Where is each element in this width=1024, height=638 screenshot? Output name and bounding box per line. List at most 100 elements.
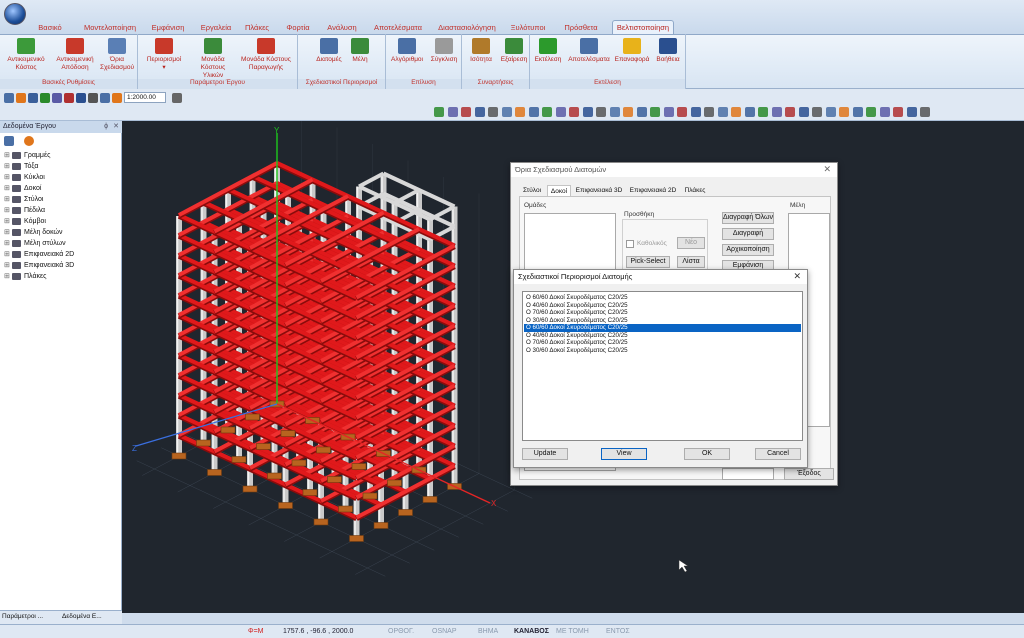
cancel-button[interactable]: Cancel [755, 448, 801, 460]
toolbar-icon-8[interactable] [100, 93, 110, 103]
footing[interactable] [398, 509, 413, 516]
status-item-4[interactable]: ΜΕ ΤΟΜΗ [556, 625, 589, 638]
footing[interactable] [171, 452, 187, 460]
close-icon[interactable]: ✕ [823, 164, 831, 175]
drawing-tool-icon-34[interactable] [893, 107, 903, 117]
new-button[interactable]: Νέο [677, 237, 705, 249]
tab-0[interactable]: Βασικό [34, 20, 66, 34]
footing[interactable] [316, 446, 331, 454]
value-field[interactable] [722, 468, 774, 480]
footing[interactable] [351, 463, 367, 470]
drawing-tool-icon-20[interactable] [704, 107, 714, 117]
ribbon-button-10[interactable]: Ισότητα [466, 36, 496, 64]
ribbon-button-11[interactable]: Εξαίρεση [498, 36, 530, 64]
expand-icon[interactable]: ⊞ [4, 150, 12, 161]
drawing-tool-icon-7[interactable] [528, 107, 539, 117]
footing[interactable] [313, 518, 329, 526]
drawing-tool-icon-17[interactable] [663, 107, 674, 117]
beam[interactable] [358, 171, 385, 189]
exit-button[interactable]: Έξοδος [784, 468, 834, 480]
drawing-tool-icon-3[interactable] [474, 107, 485, 117]
tree-item[interactable]: ⊞ Κύκλοι [4, 172, 45, 183]
footing[interactable] [256, 443, 271, 450]
toolbar-icon-2[interactable] [28, 93, 38, 103]
status-item-2[interactable]: ΒΗΜΑ [478, 625, 498, 638]
tab-11[interactable]: Βελτιστοποίηση [612, 20, 674, 34]
drawing-tool-icon-19[interactable] [690, 107, 701, 117]
close-icon[interactable]: ✕ [793, 271, 801, 282]
footing[interactable] [196, 439, 211, 447]
ribbon-button-15[interactable]: Βοήθεια [652, 36, 684, 64]
drawing-tool-icon-10[interactable] [569, 107, 579, 117]
drawing-tool-icon-6[interactable] [515, 107, 525, 117]
beam[interactable] [429, 204, 456, 222]
tab-7[interactable]: Αποτελέσματα [368, 20, 428, 34]
expand-icon[interactable]: ⊞ [4, 249, 12, 260]
status-item-0[interactable]: ΟΡΘΟΓ. [388, 625, 414, 638]
section-list[interactable]: Ο 60/60 Δοκοί Σκυροδέματος C20/25 Ο 40/60… [522, 291, 803, 441]
footing[interactable] [291, 459, 307, 467]
footing[interactable] [327, 476, 342, 483]
global-checkbox[interactable] [626, 240, 634, 248]
footing[interactable] [302, 489, 318, 496]
ribbon-button-6[interactable]: Διατομές [314, 36, 344, 64]
zoom-scale-select[interactable]: 1:2000.00 [124, 92, 166, 103]
footing[interactable] [349, 535, 364, 542]
ribbon-button-3[interactable]: Περιορισμοί ▾ [142, 36, 186, 72]
ribbon-button-9[interactable]: Σύγκλιση [428, 36, 460, 64]
ribbon-button-8[interactable]: Αλγόριθμοι [388, 36, 426, 64]
drawing-tool-icon-29[interactable] [825, 107, 836, 117]
ribbon-button-2[interactable]: Όρια Σχεδιασμού [100, 36, 134, 72]
toolbar-icon-tools[interactable] [172, 93, 182, 103]
tree-item[interactable]: ⊞ Μέλη δοκών [4, 227, 62, 238]
ribbon-button-4[interactable]: Μονάδα Κόστους Υλικών [192, 36, 234, 80]
drawing-tool-icon-8[interactable] [542, 107, 552, 117]
drawing-tool-icon-16[interactable] [650, 107, 660, 117]
update-button[interactable]: Update [522, 448, 568, 460]
tree-item[interactable]: ⊞ Στύλοι [4, 194, 43, 205]
ribbon-button-7[interactable]: Μέλη [346, 36, 374, 64]
drawing-tool-icon-26[interactable] [785, 107, 795, 117]
drawing-tool-icon-18[interactable] [677, 107, 687, 117]
tab-6[interactable]: Ανάλυση [322, 20, 362, 34]
status-item-3[interactable]: ΚΑΝΑΒΟΣ [514, 625, 549, 638]
footing[interactable] [245, 413, 260, 421]
tab-project-data[interactable]: Δεδομένα Ε... [62, 613, 102, 620]
footing[interactable] [362, 492, 378, 500]
expand-icon[interactable]: ⊞ [4, 271, 12, 282]
view-button[interactable]: View [601, 448, 647, 460]
drawing-tool-icon-2[interactable] [461, 107, 471, 117]
application-menu-button[interactable] [4, 3, 26, 25]
drawing-tool-icon-1[interactable] [447, 107, 458, 117]
tree-item[interactable]: ⊞ Επιφανειακά 2D [4, 249, 74, 260]
drawing-tool-icon-9[interactable] [555, 107, 566, 117]
footing[interactable] [280, 430, 296, 437]
drawing-tool-icon-22[interactable] [731, 107, 741, 117]
toolbar-icon-4[interactable] [52, 93, 62, 103]
tree-view-icon[interactable] [4, 136, 14, 146]
toolbar-icon-7[interactable] [88, 93, 98, 103]
drawing-tool-icon-33[interactable] [879, 107, 890, 117]
drawing-tool-icon-14[interactable] [623, 107, 633, 117]
footing[interactable] [207, 469, 222, 476]
pin-icon[interactable]: ϕ [104, 121, 108, 133]
drawing-tool-icon-28[interactable] [812, 107, 822, 117]
tab-8[interactable]: Διαστασιολόγηση [434, 20, 500, 34]
tree-item[interactable]: ⊞ Μέλη στύλων [4, 238, 66, 249]
tab-5[interactable]: Φορτία [280, 20, 316, 34]
expand-icon[interactable]: ⊞ [4, 238, 12, 249]
expand-icon[interactable]: ⊞ [4, 260, 12, 271]
tree-item[interactable]: ⊞ Επιφανειακά 3D [4, 260, 74, 271]
ribbon-button-13[interactable]: Αποτελέσματα [566, 36, 612, 64]
ribbon-button-14[interactable]: Επαναφορά [614, 36, 650, 64]
drawing-tool-icon-15[interactable] [636, 107, 647, 117]
footing[interactable] [242, 485, 258, 493]
drawing-tool-icon-36[interactable] [920, 107, 930, 117]
footing[interactable] [231, 456, 247, 463]
section-list-item[interactable]: Ο 30/60 Δοκοί Σκυροδέματος C20/25 [524, 347, 801, 355]
status-item-1[interactable]: OSNAP [432, 625, 457, 638]
footing[interactable] [220, 426, 236, 434]
expand-icon[interactable]: ⊞ [4, 172, 12, 183]
ribbon-button-1[interactable]: Αντικειμενική Απόδοση [52, 36, 98, 72]
drawing-tool-icon-25[interactable] [771, 107, 782, 117]
